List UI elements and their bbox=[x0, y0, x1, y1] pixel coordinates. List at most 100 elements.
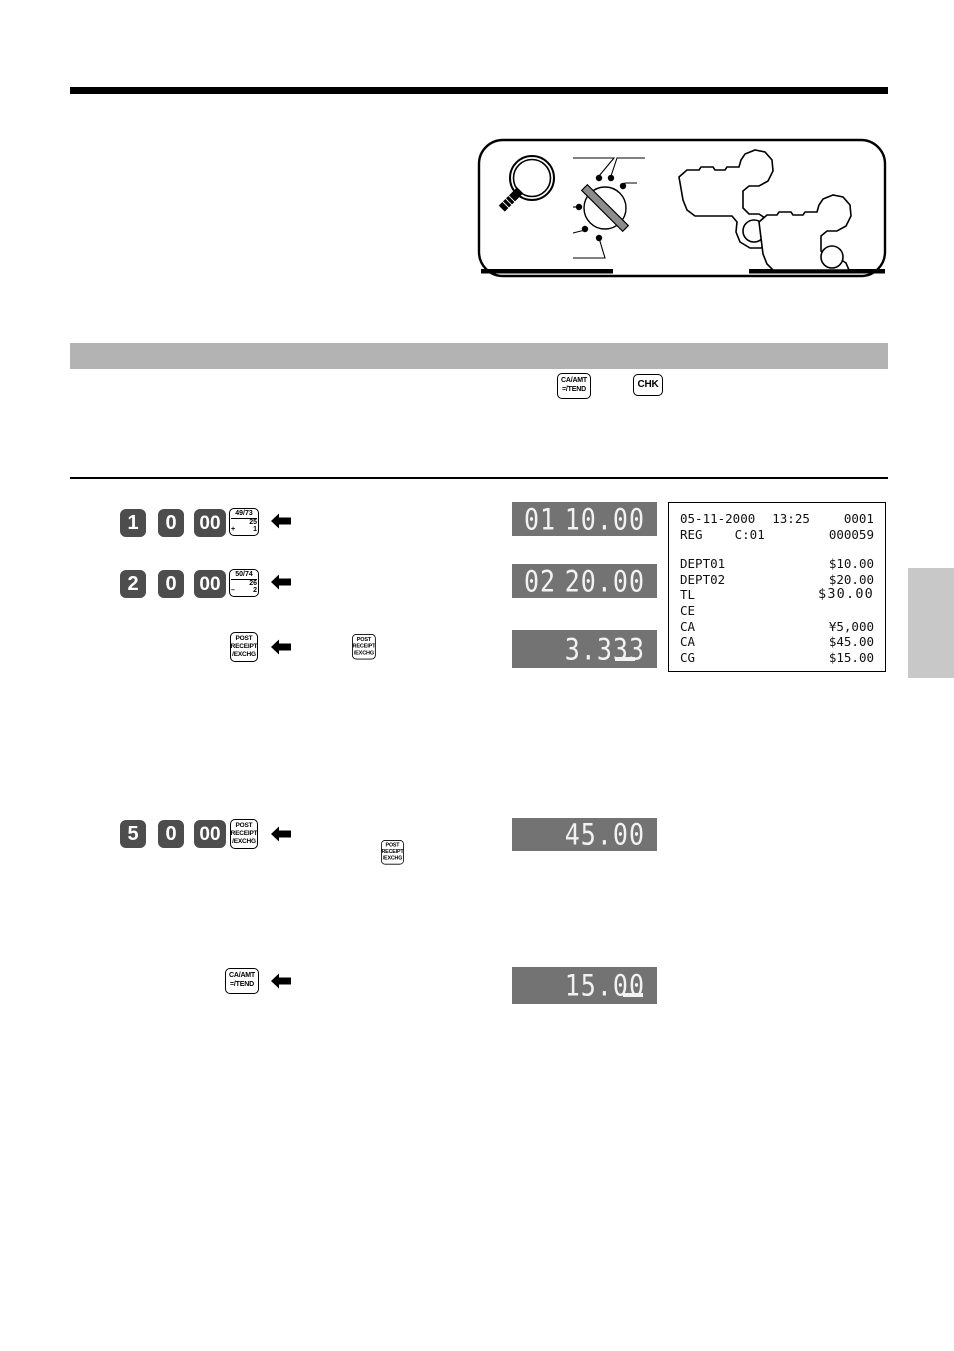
section-band bbox=[70, 343, 888, 369]
key-line-3: /EXCHG bbox=[382, 855, 403, 862]
display-underline-indicator bbox=[623, 993, 643, 997]
receipt-row: CG $15.00 bbox=[680, 650, 874, 666]
key-digit-1[interactable]: 1 bbox=[120, 509, 146, 537]
page-edge-tab bbox=[908, 568, 954, 678]
display-right: 45.00 bbox=[564, 818, 645, 851]
section-rule bbox=[70, 477, 888, 479]
left-arrow-icon bbox=[271, 973, 291, 989]
receipt-sample: 05-11-2000 13:25 0001 REG C:01 000059 DE… bbox=[668, 502, 886, 672]
mode-key-lower bbox=[758, 194, 852, 271]
key-digit-00[interactable]: 00 bbox=[194, 820, 226, 848]
display-right: 15.00 bbox=[564, 968, 645, 1003]
key-digit-0[interactable]: 0 bbox=[158, 509, 184, 537]
key-ca-amt-tend[interactable]: CA/AMT =/TEND bbox=[225, 968, 259, 994]
key-line-3: /EXCHG bbox=[232, 838, 256, 846]
receipt-row-amount: $45.00 bbox=[828, 634, 874, 650]
key-dept-2[interactable]: 50/74 26 – 2 bbox=[229, 569, 259, 597]
top-rule bbox=[70, 87, 888, 94]
key-line-2: =/TEND bbox=[562, 386, 586, 393]
key-dept-1-sign: + bbox=[231, 526, 236, 534]
receipt-clerk: C:01 bbox=[734, 526, 765, 542]
display-left: 02 bbox=[524, 564, 557, 598]
key-line-3: /EXCHG bbox=[232, 651, 256, 659]
receipt-row-label: CG bbox=[680, 649, 696, 665]
key-line-1: POST bbox=[356, 636, 372, 643]
key-dept-2-sign: – bbox=[231, 587, 235, 595]
receipt-blank-line bbox=[680, 542, 874, 556]
receipt-header-line-1: 05-11-2000 13:25 0001 bbox=[680, 511, 874, 527]
display-step-1: 01 10.00 bbox=[512, 502, 657, 536]
key-dept-1-mid: 25 bbox=[249, 518, 257, 526]
key-line-1: POST bbox=[235, 634, 253, 642]
receipt-header-line-2: REG C:01 000059 bbox=[680, 527, 874, 543]
receipt-row: DEPT02 $20.00 bbox=[680, 572, 874, 588]
key-line-1: POST bbox=[385, 842, 400, 849]
left-arrow-icon bbox=[271, 639, 291, 655]
display-right: 20.00 bbox=[564, 564, 645, 598]
receipt-row-label: CE bbox=[680, 602, 696, 618]
receipt-row-amount: $20.00 bbox=[828, 571, 874, 587]
display-right: 10.00 bbox=[564, 502, 645, 536]
key-digit-0[interactable]: 0 bbox=[158, 820, 184, 848]
receipt-row: DEPT01 $10.00 bbox=[680, 556, 874, 572]
receipt-row-label: CA bbox=[680, 634, 696, 650]
left-arrow-icon bbox=[271, 574, 291, 590]
key-line-2: RECEIPT bbox=[352, 643, 376, 650]
key-dept-1-top: 49/73 bbox=[235, 510, 253, 518]
key-post-receipt-exchg-inline[interactable]: POST RECEIPT /EXCHG bbox=[352, 634, 376, 660]
display-step-2: 02 20.00 bbox=[512, 564, 657, 598]
key-digit-00[interactable]: 00 bbox=[194, 570, 226, 598]
key-line-2: RECEIPT bbox=[381, 848, 404, 855]
receipt-row-label: DEPT01 bbox=[680, 556, 726, 572]
key-line-1: POST bbox=[235, 821, 253, 829]
mode-key-upper bbox=[678, 149, 774, 249]
mode-dial bbox=[580, 183, 630, 233]
display-step-3: 3.333 bbox=[512, 630, 657, 668]
key-digit-0[interactable]: 0 bbox=[158, 570, 184, 598]
receipt-row: CA $45.00 bbox=[680, 634, 874, 650]
receipt-row: CE bbox=[680, 603, 874, 619]
key-dept-1[interactable]: 49/73 25 + 1 bbox=[229, 508, 259, 536]
receipt-date: 05-11-2000 bbox=[680, 511, 756, 526]
receipt-row-amount: $10.00 bbox=[828, 556, 874, 572]
key-line-2: RECEIPT bbox=[230, 642, 258, 650]
key-dept-2-top: 50/74 bbox=[235, 571, 253, 579]
key-digit-2[interactable]: 2 bbox=[120, 570, 146, 598]
key-dept-2-mid: 26 bbox=[249, 579, 257, 587]
key-line-1: CA/AMT bbox=[560, 377, 588, 385]
key-post-receipt-exchg[interactable]: POST RECEIPT /EXCHG bbox=[230, 632, 258, 662]
key-digit-5[interactable]: 5 bbox=[120, 820, 146, 848]
mode-switch-illustration bbox=[477, 138, 887, 278]
key-ca-amt-tend-header[interactable]: CA/AMT =/TEND bbox=[557, 373, 591, 399]
key-dept-2-num: 2 bbox=[253, 587, 257, 595]
receipt-consecutive-no: 000059 bbox=[828, 526, 874, 542]
receipt-row: CA ¥5,000 bbox=[680, 619, 874, 635]
key-line-2: RECEIPT bbox=[230, 829, 258, 837]
key-post-receipt-exchg-inline[interactable]: POST RECEIPT /EXCHG bbox=[381, 840, 404, 865]
key-line-1: CA/AMT bbox=[228, 972, 256, 980]
left-arrow-icon bbox=[271, 826, 291, 842]
receipt-row-amount: $15.00 bbox=[828, 649, 874, 665]
receipt-row-label: CA bbox=[680, 618, 696, 634]
left-arrow-icon bbox=[271, 513, 291, 529]
manual-page: CA/AMT =/TEND CHK 1 0 00 49/73 25 + 1 01… bbox=[0, 0, 954, 1351]
receipt-row-total: TL $30.00 bbox=[680, 587, 874, 603]
key-digit-00[interactable]: 00 bbox=[194, 509, 226, 537]
receipt-row-amount: $30.00 bbox=[818, 586, 874, 603]
key-line-2: =/TEND bbox=[230, 981, 254, 988]
receipt-row-amount: ¥5,000 bbox=[828, 618, 874, 634]
display-step-5: 15.00 bbox=[512, 967, 657, 1004]
key-dept-1-num: 1 bbox=[253, 526, 257, 534]
key-post-receipt-exchg[interactable]: POST RECEIPT /EXCHG bbox=[230, 819, 258, 849]
key-label: CHK bbox=[637, 379, 659, 390]
magnifier-icon bbox=[498, 155, 555, 213]
receipt-row-label: DEPT02 bbox=[680, 571, 726, 587]
receipt-row-label: TL bbox=[680, 587, 696, 603]
display-left: 01 bbox=[524, 502, 557, 536]
key-chk-header[interactable]: CHK bbox=[633, 374, 663, 396]
receipt-mode: REG bbox=[680, 526, 703, 542]
key-line-3: /EXCHG bbox=[353, 650, 374, 657]
display-step-4: 45.00 bbox=[512, 818, 657, 851]
display-underline-indicator bbox=[615, 657, 635, 661]
receipt-time: 13:25 bbox=[772, 511, 810, 526]
